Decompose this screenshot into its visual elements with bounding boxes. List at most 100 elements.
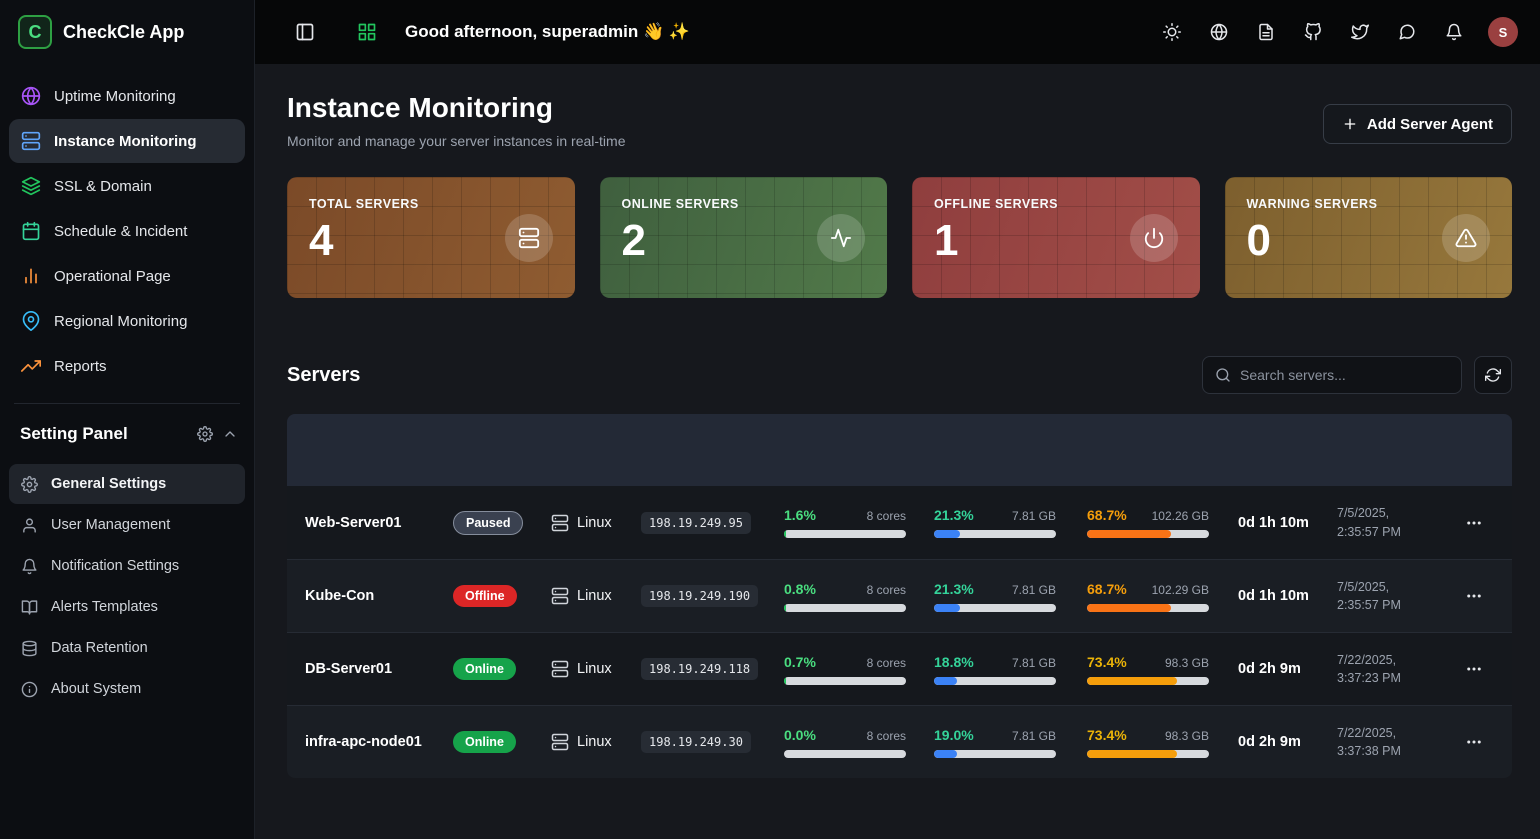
settings-item-notification-settings[interactable]: Notification Settings [9,546,245,586]
github-icon [1304,23,1322,41]
sidebar-item-instance-monitoring[interactable]: Instance Monitoring [9,119,245,163]
disk-metric: 68.7% 102.29 GB [1087,581,1209,612]
settings-item-user-management[interactable]: User Management [9,505,245,545]
os-cell: Linux [533,660,623,678]
server-name: Web-Server01 [287,515,435,531]
cpu-progress-fill [784,530,786,538]
refresh-button[interactable] [1474,356,1512,394]
settings-item-alerts-templates[interactable]: Alerts Templates [9,587,245,627]
sidebar-item-reports[interactable]: Reports [9,344,245,388]
sidebar-item-operational-page[interactable]: Operational Page [9,254,245,298]
stat-icon-circle [1442,214,1490,262]
bell-button[interactable] [1436,14,1472,50]
activity-icon [830,227,852,249]
globe-button[interactable] [1201,14,1237,50]
server-icon [518,227,540,249]
settings-item-label: About System [51,681,141,697]
setting-panel-header[interactable]: Setting Panel [0,404,254,454]
app-title: CheckCle App [63,22,184,43]
memory-total: 7.81 GB [1012,656,1056,670]
stat-card-total-servers: TOTAL SERVERS 4 [287,177,575,298]
dots-icon [1465,660,1483,678]
row-actions-button[interactable] [1458,653,1490,685]
search-input[interactable] [1240,367,1449,383]
sidebar-item-label: Operational Page [54,268,171,285]
sidebar-item-uptime-monitoring[interactable]: Uptime Monitoring [9,74,245,118]
cpu-cell: 0.0% 8 cores [766,727,916,758]
power-icon [1143,227,1165,249]
memory-progress-fill [934,604,960,612]
stats-row: TOTAL SERVERS 4 ONLINE SERVERS 2 OFFLINE… [287,177,1512,298]
sidebar-item-schedule-incident[interactable]: Schedule & Incident [9,209,245,253]
os-cell: Linux [533,587,623,605]
settings-item-about-system[interactable]: About System [9,669,245,709]
dots-icon [1465,587,1483,605]
memory-percent: 19.0% [934,727,974,743]
cpu-metric: 0.0% 8 cores [784,727,906,758]
uptime: 0d 2h 9m [1220,734,1319,750]
server-name: DB-Server01 [287,661,435,677]
grid-icon [357,22,377,42]
sidebar-item-regional-monitoring[interactable]: Regional Monitoring [9,299,245,343]
github-button[interactable] [1295,14,1331,50]
memory-metric: 21.3% 7.81 GB [934,581,1056,612]
file-text-button[interactable] [1248,14,1284,50]
server-icon [551,733,569,751]
user-avatar[interactable]: S [1488,17,1518,47]
ip-cell: 198.19.249.118 [623,660,766,678]
bar-chart-icon [21,266,41,286]
twitter-button[interactable] [1342,14,1378,50]
memory-total: 7.81 GB [1012,583,1056,597]
memory-cell: 21.3% 7.81 GB [916,581,1069,612]
stat-label: OFFLINE SERVERS [934,197,1178,211]
row-actions-button[interactable] [1458,507,1490,539]
chevron-up-icon[interactable] [222,426,238,442]
sidebar-item-ssl-domain[interactable]: SSL & Domain [9,164,245,208]
disk-progress-fill [1087,530,1171,538]
memory-progress-track [934,750,1056,758]
disk-metric: 73.4% 98.3 GB [1087,654,1209,685]
actions-cell [1424,653,1512,685]
disk-total: 98.3 GB [1165,729,1209,743]
alert-triangle-icon [1455,227,1477,249]
page-subtitle: Monitor and manage your server instances… [287,133,626,149]
cpu-metric: 0.7% 8 cores [784,654,906,685]
disk-progress-track [1087,604,1209,612]
user-icon [21,517,38,534]
cpu-cores: 8 cores [867,656,906,670]
line-chart-icon [21,356,41,376]
add-server-agent-button[interactable]: Add Server Agent [1323,104,1512,144]
memory-cell: 18.8% 7.81 GB [916,654,1069,685]
gear-icon[interactable] [197,426,213,442]
memory-metric: 21.3% 7.81 GB [934,507,1056,538]
stat-icon-circle [1130,214,1178,262]
server-row-kube-con[interactable]: Kube-Con Offline Linux 198.19.249.190 0.… [287,559,1512,632]
disk-progress-track [1087,750,1209,758]
row-actions-button[interactable] [1458,726,1490,758]
status-badge: Online [453,658,516,680]
last-checked: 7/22/2025, 3:37:23 PM [1319,651,1424,687]
disk-progress-track [1087,677,1209,685]
server-row-infra-apc-node01[interactable]: infra-apc-node01 Online Linux 198.19.249… [287,705,1512,778]
settings-item-label: Data Retention [51,640,148,656]
server-row-web-server01[interactable]: Web-Server01 Paused Linux 198.19.249.95 … [287,486,1512,559]
cpu-progress-fill [784,604,786,612]
sun-button[interactable] [1154,14,1190,50]
sidebar-item-label: Instance Monitoring [54,133,197,150]
sidebar-item-label: Schedule & Incident [54,223,187,240]
grid-view-button[interactable] [349,14,385,50]
row-actions-button[interactable] [1458,580,1490,612]
cpu-cores: 8 cores [867,509,906,523]
settings-item-general-settings[interactable]: General Settings [9,464,245,504]
server-row-db-server01[interactable]: DB-Server01 Online Linux 198.19.249.118 … [287,632,1512,705]
stat-icon-circle [505,214,553,262]
search-icon [1215,367,1231,383]
settings-item-label: Alerts Templates [51,599,158,615]
sidebar-toggle-button[interactable] [287,14,323,50]
ip-cell: 198.19.249.95 [623,514,766,532]
memory-percent: 21.3% [934,581,974,597]
message-icon [1398,23,1416,41]
settings-item-data-retention[interactable]: Data Retention [9,628,245,668]
message-button[interactable] [1389,14,1425,50]
disk-metric: 73.4% 98.3 GB [1087,727,1209,758]
